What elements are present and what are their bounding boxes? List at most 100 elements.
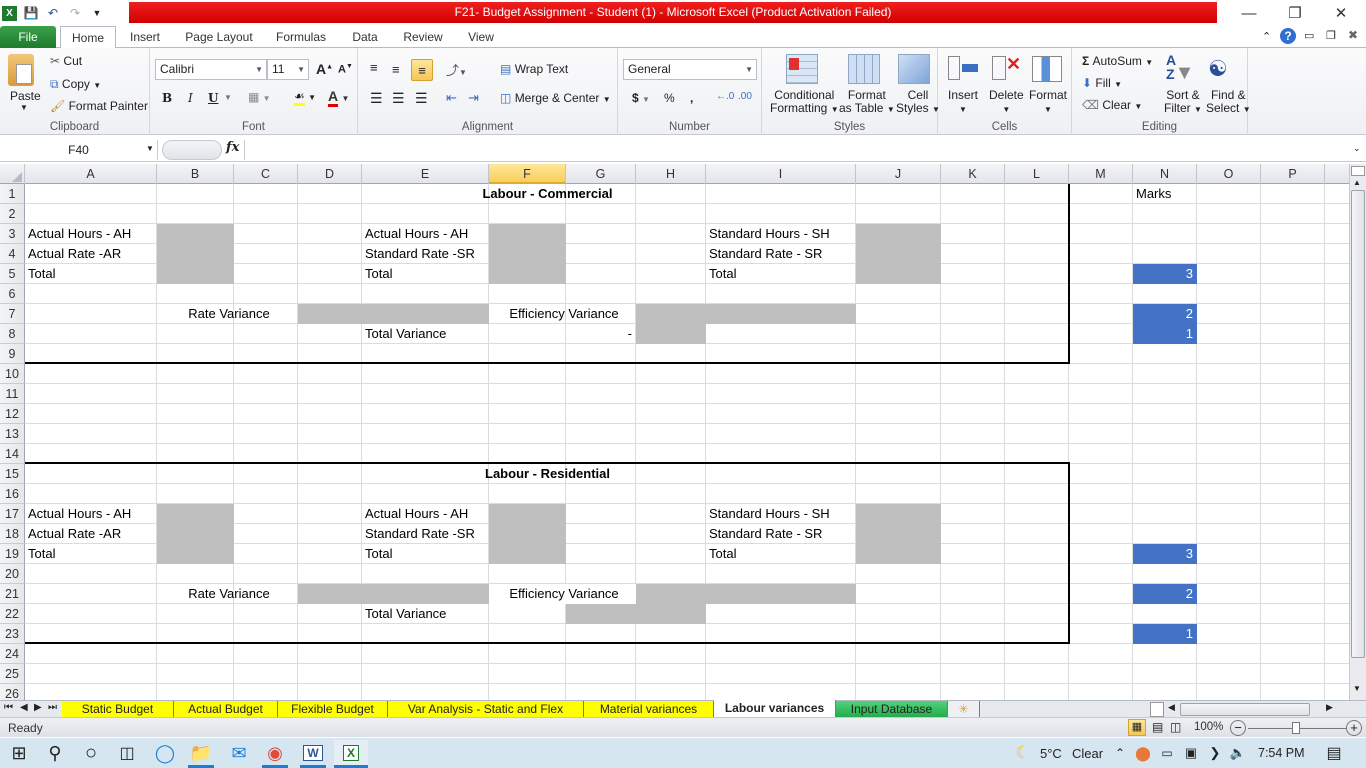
next-sheet-icon[interactable]: ▶: [34, 702, 42, 713]
vertical-scroll-thumb[interactable]: [1351, 190, 1365, 658]
undo-icon[interactable]: ↶: [45, 5, 61, 21]
column-header[interactable]: E: [362, 164, 489, 184]
increase-indent-button[interactable]: ⇥: [468, 90, 479, 106]
fill-color-button[interactable]: ☙ ▼: [294, 89, 316, 106]
italic-button[interactable]: I: [188, 91, 193, 105]
tab-page-layout[interactable]: Page Layout: [180, 26, 258, 48]
align-left-button[interactable]: ☰: [370, 90, 383, 107]
input-cell-j3-j5[interactable]: [856, 224, 941, 284]
row-header[interactable]: 9: [0, 344, 25, 364]
row-header[interactable]: 25: [0, 664, 25, 684]
column-header[interactable]: D: [298, 164, 362, 184]
cut-button[interactable]: ✂ Cut: [50, 54, 82, 68]
merge-center-button[interactable]: ◫ Merge & Center ▼: [500, 91, 611, 105]
column-header[interactable]: I: [706, 164, 856, 184]
column-header[interactable]: A: [25, 164, 157, 184]
save-icon[interactable]: 💾: [23, 5, 39, 21]
format-button[interactable]: Format ▼: [1029, 89, 1067, 116]
formula-bar-resize-handle[interactable]: [162, 140, 222, 160]
paste-icon[interactable]: [8, 54, 34, 86]
clock[interactable]: 7:54 PM: [1258, 740, 1305, 766]
clear-button[interactable]: ⌫ Clear ▼: [1082, 98, 1142, 112]
column-header[interactable]: M: [1069, 164, 1133, 184]
wifi-icon[interactable]: ❯: [1206, 740, 1224, 766]
row-header[interactable]: 23: [0, 624, 25, 644]
weather-icon[interactable]: ☾: [1012, 740, 1034, 766]
column-header[interactable]: H: [636, 164, 706, 184]
shrink-font-button[interactable]: A▼: [338, 63, 353, 76]
select-all-corner[interactable]: [0, 164, 25, 184]
sheet-tab[interactable]: Material variances: [584, 701, 714, 718]
expand-formula-bar-icon[interactable]: ⌄: [1353, 143, 1361, 154]
tab-home[interactable]: Home: [60, 26, 116, 49]
insert-button[interactable]: Insert ▼: [948, 89, 978, 116]
row-header[interactable]: 20: [0, 564, 25, 584]
tab-data[interactable]: Data: [344, 26, 386, 48]
align-top-button[interactable]: ≡: [370, 60, 378, 75]
normal-view-button[interactable]: ▦: [1128, 719, 1146, 736]
weather-temp[interactable]: 5°C: [1040, 740, 1062, 766]
row-header[interactable]: 14: [0, 444, 25, 464]
notifications-icon[interactable]: ▤: [1322, 740, 1346, 766]
tab-split-handle[interactable]: [1150, 702, 1164, 717]
underline-dropdown-icon[interactable]: ▼: [224, 93, 232, 102]
sheet-tab[interactable]: Input Database: [836, 701, 948, 718]
decrease-indent-button[interactable]: ⇤: [446, 90, 457, 106]
word-button[interactable]: W: [300, 740, 326, 766]
row-header[interactable]: 12: [0, 404, 25, 424]
chrome-button[interactable]: ◉: [262, 740, 288, 766]
cortana-button[interactable]: ○: [78, 740, 104, 766]
row-header[interactable]: 8: [0, 324, 25, 344]
first-sheet-icon[interactable]: ⏮: [4, 702, 13, 713]
formula-input[interactable]: [244, 140, 1349, 160]
tab-review[interactable]: Review: [398, 26, 448, 48]
sort-filter-button[interactable]: Sort & Filter ▼: [1164, 89, 1202, 116]
page-layout-view-button[interactable]: ▤: [1152, 720, 1163, 734]
row-header[interactable]: 16: [0, 484, 25, 504]
efficiency-variance-cell[interactable]: [636, 304, 856, 324]
column-header[interactable]: P: [1261, 164, 1325, 184]
scroll-down-icon[interactable]: ▼: [1353, 684, 1361, 693]
tab-insert[interactable]: Insert: [122, 26, 168, 48]
search-button[interactable]: ⚲: [42, 740, 68, 766]
edge-button[interactable]: ◯: [152, 740, 178, 766]
excel-taskbar-button[interactable]: X: [334, 740, 368, 766]
format-as-table-button[interactable]: Format as Table ▼: [839, 89, 895, 116]
percent-button[interactable]: %: [664, 91, 675, 105]
number-format-select[interactable]: General ▼: [623, 59, 757, 80]
row-header[interactable]: 11: [0, 384, 25, 404]
input-cell-j17-j19[interactable]: [856, 504, 941, 564]
total-variance-cell[interactable]: [636, 324, 706, 344]
total-variance-cell[interactable]: [566, 604, 706, 624]
row-header[interactable]: 15: [0, 464, 25, 484]
name-box-dropdown-icon[interactable]: ▼: [146, 144, 154, 153]
column-header[interactable]: B: [157, 164, 234, 184]
tab-view[interactable]: View: [460, 26, 502, 48]
column-header[interactable]: J: [856, 164, 941, 184]
zoom-level[interactable]: 100%: [1194, 721, 1223, 733]
file-explorer-button[interactable]: 📁: [188, 740, 214, 766]
copy-button[interactable]: ⧉ Copy ▼: [50, 77, 101, 92]
row-header[interactable]: 10: [0, 364, 25, 384]
row-header[interactable]: 6: [0, 284, 25, 304]
format-painter-button[interactable]: 🖌 Format Painter: [50, 99, 148, 113]
row-header[interactable]: 1: [0, 184, 25, 204]
decrease-decimal-button[interactable]: .00: [738, 91, 752, 102]
zoom-in-button[interactable]: +: [1346, 720, 1362, 736]
camera-icon[interactable]: ▣: [1182, 740, 1200, 766]
minimize-ribbon-icon[interactable]: ⌃: [1262, 30, 1271, 43]
font-name-select[interactable]: Calibri ▼: [155, 59, 267, 80]
sheet-tab[interactable]: Var Analysis - Static and Flex: [388, 701, 584, 718]
align-middle-button[interactable]: ≡: [392, 62, 400, 77]
row-header[interactable]: 18: [0, 524, 25, 544]
grow-font-button[interactable]: A▲: [316, 61, 333, 77]
restore-button[interactable]: ❐: [1272, 0, 1318, 26]
workbook-close-icon[interactable]: ✖: [1348, 28, 1358, 42]
row-header[interactable]: 5: [0, 264, 25, 284]
row-header[interactable]: 21: [0, 584, 25, 604]
paste-button[interactable]: Paste: [10, 89, 41, 103]
rate-variance-cell[interactable]: [298, 584, 489, 604]
align-right-button[interactable]: ☰: [415, 90, 428, 107]
row-header[interactable]: 4: [0, 244, 25, 264]
comma-button[interactable]: ,: [690, 91, 693, 105]
